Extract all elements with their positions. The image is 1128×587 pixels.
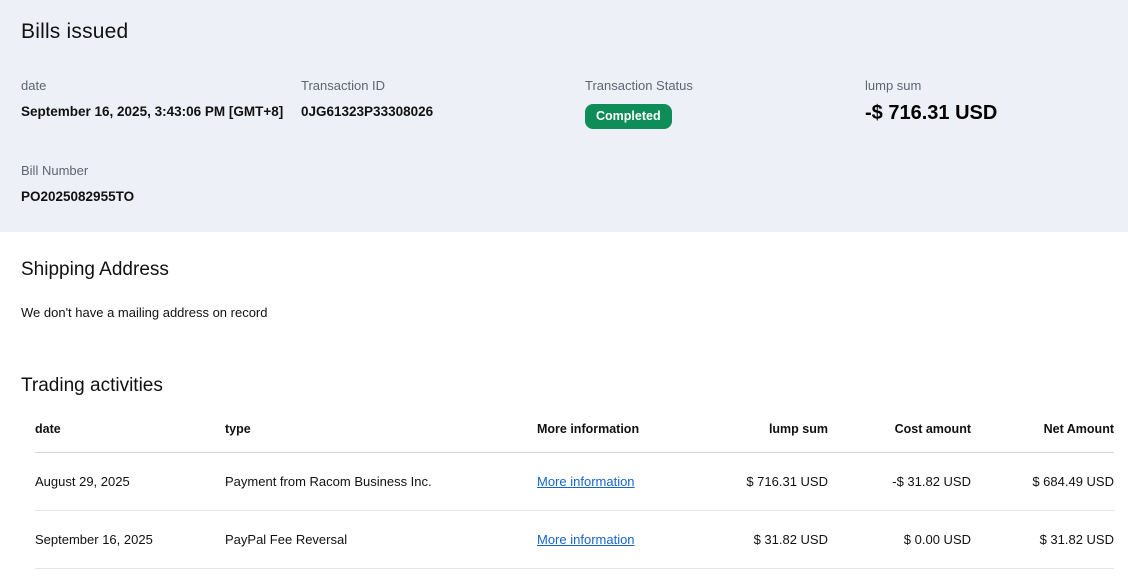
cell-date: August 29, 2025 (35, 452, 225, 511)
lump-sum-label: lump sum (865, 78, 922, 93)
shipping-address-message: We don't have a mailing address on recor… (21, 305, 268, 320)
cell-net-amount: $ 684.49 USD (971, 452, 1114, 511)
cell-lump-sum: $ 716.31 USD (685, 452, 828, 511)
field-transaction-status: Transaction Status Completed (585, 78, 865, 129)
transaction-status-label: Transaction Status (585, 78, 693, 93)
cell-cost-amount: $ 0.00 USD (828, 510, 971, 569)
column-header-lump-sum: lump sum (685, 407, 828, 453)
field-bill-number: Bill Number PO2025082955TO (21, 163, 301, 204)
cell-cost-amount: -$ 31.82 USD (828, 452, 971, 511)
column-header-more-information: More information (537, 407, 685, 453)
shipping-address-section: Shipping Address We don't have a mailing… (0, 232, 1128, 320)
bill-number-value: PO2025082955TO (21, 189, 135, 204)
cell-date: September 16, 2025 (35, 510, 225, 569)
column-header-date: date (35, 407, 225, 453)
table-header-row: date type More information lump sum Cost… (35, 407, 1114, 453)
lump-sum-value: -$ 716.31 USD (865, 102, 998, 124)
column-header-cost-amount: Cost amount (828, 407, 971, 453)
transaction-id-label: Transaction ID (301, 78, 386, 93)
page-title: Bills issued (21, 20, 129, 43)
summary-fields: date September 16, 2025, 3:43:06 PM [GMT… (21, 78, 1107, 204)
transaction-id-value: 0JG61323P33308026 (301, 104, 434, 119)
status-badge: Completed (585, 104, 672, 129)
date-value: September 16, 2025, 3:43:06 PM [GMT+8] (21, 104, 284, 119)
shipping-address-heading: Shipping Address (21, 259, 169, 280)
trading-activities-section: Trading activities (0, 320, 1128, 397)
cell-lump-sum: $ 31.82 USD (685, 510, 828, 569)
bill-summary-section: Bills issued date September 16, 2025, 3:… (0, 0, 1128, 232)
field-date: date September 16, 2025, 3:43:06 PM [GMT… (21, 78, 301, 129)
more-information-link[interactable]: More information (537, 474, 635, 489)
trading-activities-table: date type More information lump sum Cost… (35, 407, 1114, 569)
date-label: date (21, 78, 47, 93)
cell-net-amount: $ 31.82 USD (971, 510, 1114, 569)
table-row: August 29, 2025 Payment from Racom Busin… (35, 452, 1114, 511)
column-header-type: type (225, 407, 537, 453)
field-transaction-id: Transaction ID 0JG61323P33308026 (301, 78, 585, 129)
trading-activities-heading: Trading activities (21, 375, 163, 396)
cell-type: Payment from Racom Business Inc. (225, 452, 537, 511)
cell-type: PayPal Fee Reversal (225, 510, 537, 569)
field-lump-sum: lump sum -$ 716.31 USD (865, 78, 1107, 129)
column-header-net-amount: Net Amount (971, 407, 1114, 453)
bill-number-label: Bill Number (21, 163, 89, 178)
more-information-link[interactable]: More information (537, 532, 635, 547)
table-row: September 16, 2025 PayPal Fee Reversal M… (35, 510, 1114, 569)
